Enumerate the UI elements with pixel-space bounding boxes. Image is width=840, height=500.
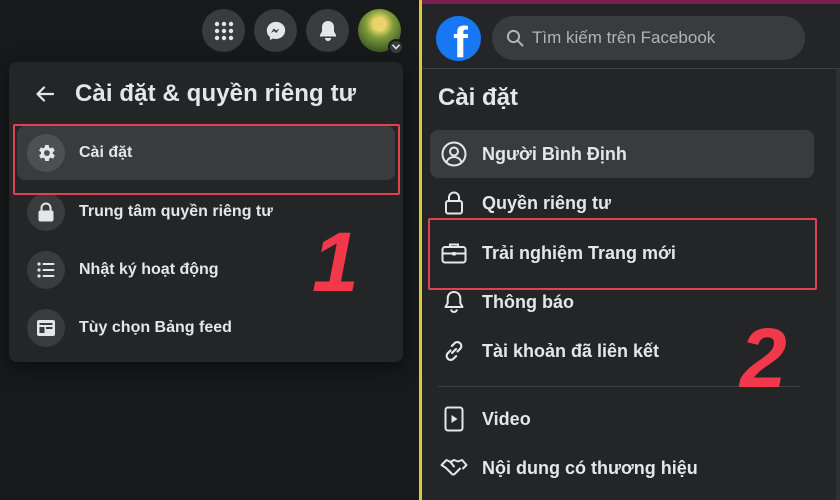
bell-icon xyxy=(440,288,468,316)
settings-item-label: Video xyxy=(482,408,531,429)
step-number-1: 1 xyxy=(312,215,359,309)
menu-item-feed-preferences[interactable]: Tùy chọn Bảng feed xyxy=(17,301,395,355)
settings-item-label: Quyền riêng tư xyxy=(482,192,612,213)
settings-item-label: Thông báo xyxy=(482,291,574,312)
menu-item-label: Trung tâm quyền riêng tư xyxy=(79,203,273,220)
avatar[interactable] xyxy=(358,9,404,55)
highlight-box-new-pages-experience xyxy=(428,218,817,290)
menu-header: Cài đặt & quyền riêng tư xyxy=(9,62,403,126)
search-input[interactable] xyxy=(532,28,782,48)
menu-title: Cài đặt & quyền riêng tư xyxy=(75,80,357,107)
lock-icon xyxy=(440,189,468,217)
apps-grid-button[interactable] xyxy=(202,9,245,52)
chevron-down-icon xyxy=(392,44,400,50)
menu-item-label: Nhật ký hoạt động xyxy=(79,261,219,278)
search-icon xyxy=(506,29,524,47)
link-icon xyxy=(440,337,468,365)
top-nav-icons xyxy=(202,9,404,55)
back-arrow-icon xyxy=(36,86,54,102)
messenger-icon xyxy=(266,21,285,40)
video-icon xyxy=(440,405,468,433)
bell-icon xyxy=(319,20,336,41)
lock-icon xyxy=(27,193,65,231)
settings-item-label: Tài khoản đã liên kết xyxy=(482,340,660,361)
settings-item-branded-content[interactable]: Nội dung có thương hiệu xyxy=(430,444,814,492)
feed-icon xyxy=(27,309,65,347)
settings-item-label: Nội dung có thương hiệu xyxy=(482,457,698,478)
person-icon xyxy=(440,140,468,168)
left-screenshot: Cài đặt & quyền riêng tư Cài đặt Trung t… xyxy=(0,0,419,500)
messenger-button[interactable] xyxy=(254,9,297,52)
menu-item-label: Tùy chọn Bảng feed xyxy=(79,319,232,336)
facebook-topbar: f xyxy=(422,0,840,68)
apps-grid-icon xyxy=(214,21,233,40)
settings-section-title: Cài đặt xyxy=(438,84,519,111)
search-bar[interactable] xyxy=(492,16,805,60)
notifications-button[interactable] xyxy=(306,9,349,52)
handshake-icon xyxy=(440,454,468,482)
scrollbar[interactable] xyxy=(836,69,840,500)
settings-privacy-menu: Cài đặt & quyền riêng tư Cài đặt Trung t… xyxy=(9,62,403,362)
right-screenshot: f Cài đặt Người Bình Định xyxy=(422,0,840,500)
topbar-divider xyxy=(422,68,840,69)
account-dropdown[interactable] xyxy=(388,39,404,55)
facebook-logo-icon[interactable]: f xyxy=(436,16,481,61)
step-number-2: 2 xyxy=(740,311,787,405)
settings-item-profile[interactable]: Người Bình Định xyxy=(430,130,814,178)
list-icon xyxy=(27,251,65,289)
back-button[interactable] xyxy=(27,76,63,112)
highlight-box-settings xyxy=(13,124,400,195)
settings-item-label: Người Bình Định xyxy=(482,143,627,164)
